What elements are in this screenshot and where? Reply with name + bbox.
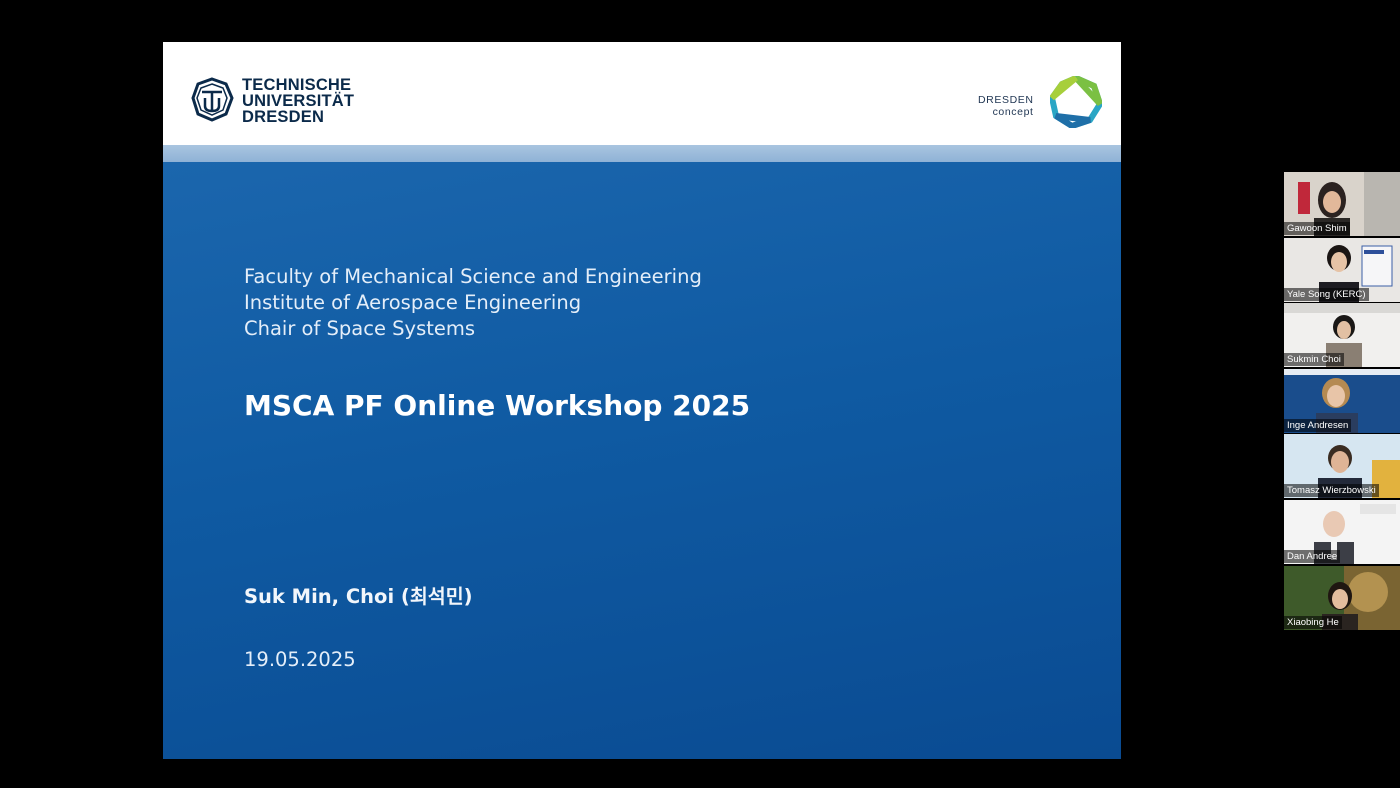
faculty-line: Faculty of Mechanical Science and Engine… — [244, 265, 702, 288]
participant-tile[interactable]: Gawoon Shim — [1284, 172, 1400, 236]
slide-date: 19.05.2025 — [244, 648, 356, 671]
participant-name: Xiaobing He — [1284, 616, 1342, 629]
participant-tile[interactable]: Sukmin Choi — [1284, 303, 1400, 367]
participant-name: Sukmin Choi — [1284, 353, 1344, 366]
chair-line: Chair of Space Systems — [244, 317, 476, 340]
participant-name: Dan Andree — [1284, 550, 1341, 563]
header-band — [163, 145, 1121, 162]
participant-name: Inge Andresen — [1284, 419, 1352, 432]
institute-line: Institute of Aerospace Engineering — [244, 291, 582, 314]
slide-title: MSCA PF Online Workshop 2025 — [244, 389, 751, 422]
affiliation-block: Faculty of Mechanical Science and Engine… — [244, 264, 702, 342]
participant-tile[interactable]: Xiaobing He — [1284, 566, 1400, 630]
shared-slide: TECHNISCHE UNIVERSITÄT DRESDEN DRESDEN c… — [163, 42, 1121, 759]
tud-wordmark: TECHNISCHE UNIVERSITÄT DRESDEN — [242, 76, 355, 126]
participant-tile[interactable]: Tomasz Wierzbowski — [1284, 434, 1400, 498]
dresden-concept-ring-icon — [1050, 76, 1102, 128]
participant-tile[interactable]: Inge Andresen — [1284, 369, 1400, 433]
participant-name: Gawoon Shim — [1284, 222, 1350, 235]
participant-tile[interactable]: Yale Song (KERC) — [1284, 238, 1400, 302]
participant-name: Yale Song (KERC) — [1284, 288, 1369, 301]
dresden-concept-wordmark: DRESDEN concept — [978, 94, 1034, 118]
participant-tile[interactable]: Dan Andree — [1284, 500, 1400, 564]
participant-name: Tomasz Wierzbowski — [1284, 484, 1379, 497]
slide-header: TECHNISCHE UNIVERSITÄT DRESDEN DRESDEN c… — [163, 42, 1121, 145]
slide-author: Suk Min, Choi (최석민) — [244, 585, 473, 608]
